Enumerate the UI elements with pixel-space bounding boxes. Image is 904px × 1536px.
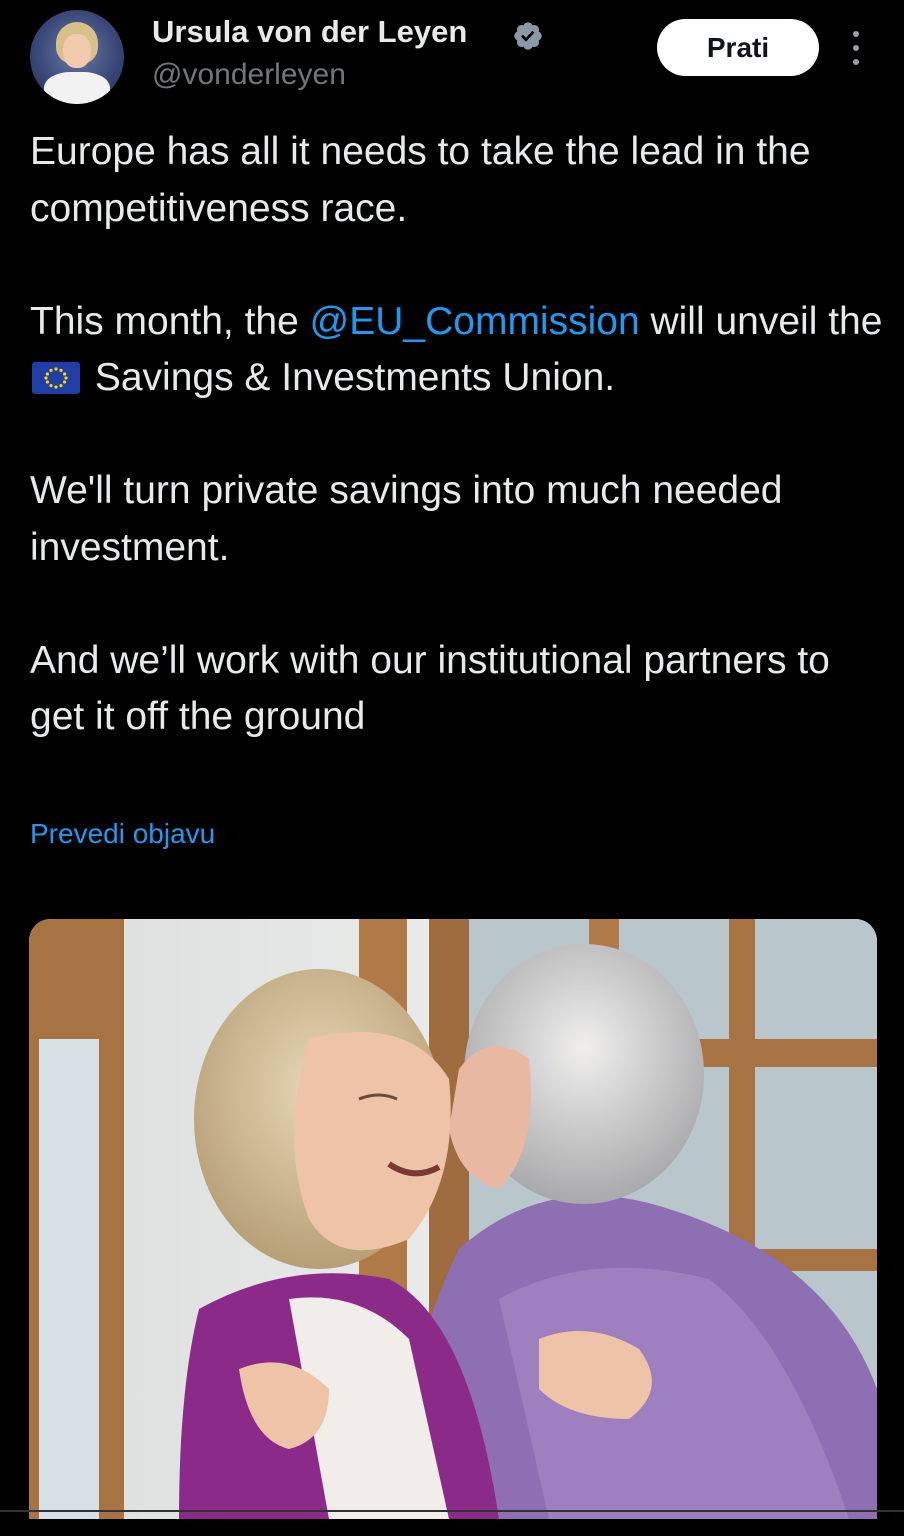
media-photo: [29, 919, 877, 1519]
tweet-text-segment: This month, the: [30, 299, 310, 343]
tweet-header: Ursula von der Leyen @vonderleyen Prati: [0, 0, 904, 110]
avatar-body: [44, 72, 110, 104]
avatar-face: [63, 34, 91, 68]
translate-post-link[interactable]: Prevedi objavu: [30, 818, 215, 850]
eu-flag-emoji-icon: [32, 362, 80, 394]
tweet-paragraph-1: Europe has all it needs to take the lead…: [30, 130, 811, 230]
display-name[interactable]: Ursula von der Leyen: [152, 14, 467, 50]
avatar[interactable]: [30, 10, 124, 104]
tweet-paragraph-2: This month, the @EU_Commission will unve…: [30, 294, 890, 407]
verified-badge-icon: [514, 22, 542, 50]
more-vertical-icon[interactable]: [846, 31, 866, 65]
tweet-media-image[interactable]: [29, 919, 877, 1519]
tweet-text: Europe has all it needs to take the lead…: [30, 124, 890, 746]
mention-link[interactable]: @EU_Commission: [310, 300, 640, 343]
follow-button[interactable]: Prati: [657, 19, 819, 76]
user-handle[interactable]: @vonderleyen: [152, 58, 346, 92]
tweet-text-segment: Savings & Investments Union.: [84, 356, 616, 399]
tweet-paragraph-3: We'll turn private savings into much nee…: [30, 469, 783, 569]
divider: [0, 1510, 904, 1512]
tweet-text-segment: will unveil the: [639, 299, 883, 343]
tweet-paragraph-4: And we’ll work with our institutional pa…: [30, 638, 830, 739]
